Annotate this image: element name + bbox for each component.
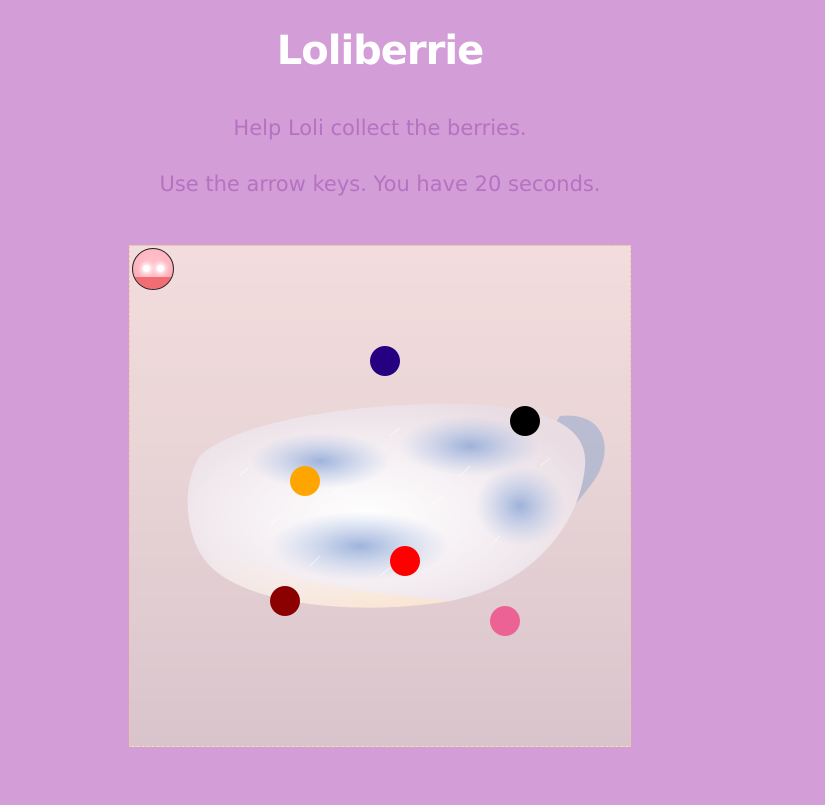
game-board[interactable] (129, 245, 631, 747)
fur-background-image (130, 246, 630, 746)
berry-pink (490, 606, 520, 636)
berry-red (390, 546, 420, 576)
page-title: Loliberrie (276, 28, 484, 74)
right-eye (157, 265, 164, 272)
berry-indigo (370, 346, 400, 376)
instructions-line-1: Help Loli collect the berries. (233, 116, 527, 140)
berry-black (510, 406, 540, 436)
instructions-line-2: Use the arrow keys. You have 20 seconds. (159, 172, 601, 196)
berry-darkred (270, 586, 300, 616)
left-eye (143, 265, 150, 272)
loli-player[interactable] (132, 248, 174, 290)
berry-orange (290, 466, 320, 496)
